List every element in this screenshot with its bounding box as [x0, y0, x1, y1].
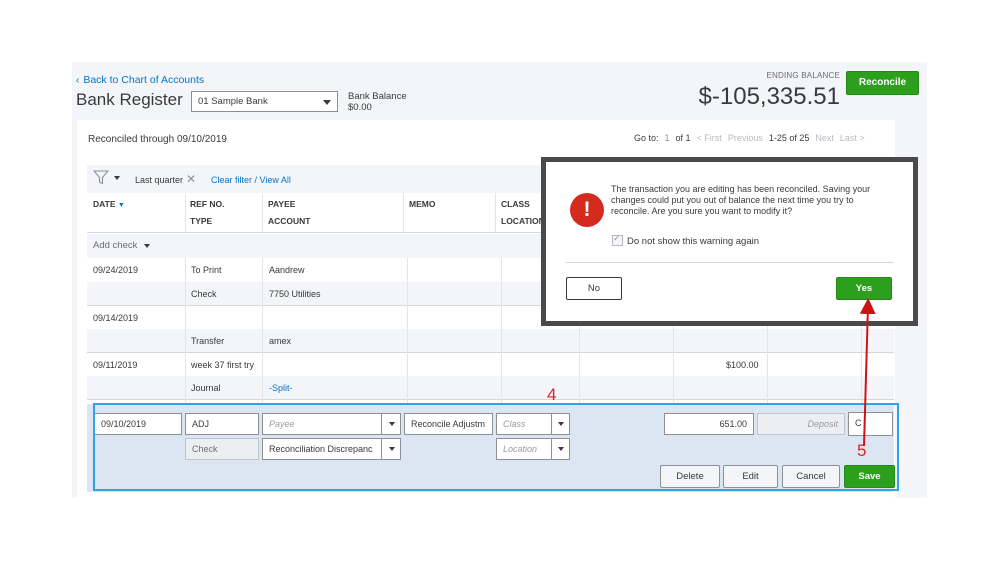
sort-down-icon: ▼ [117, 202, 125, 209]
ending-balance-value: $-105,335.51 [698, 83, 840, 110]
reconciled-through-text: Reconciled through 09/10/2019 [88, 134, 227, 145]
column-header-ref-no: REF NO. [190, 199, 225, 209]
column-divider [262, 193, 263, 233]
annotation-arrow [859, 298, 876, 447]
row-type: Check [191, 289, 217, 299]
chevron-down-icon[interactable] [144, 244, 150, 248]
step-4-label: 4 [547, 385, 557, 404]
reconcile-button[interactable]: Reconcile [846, 71, 919, 95]
row-ref: To Print [191, 265, 222, 275]
account-select[interactable]: 01 Sample Bank [191, 91, 338, 112]
page-input[interactable]: 1 [665, 133, 670, 143]
column-header-date[interactable]: DATE ▼ [93, 199, 125, 209]
clear-filter-link[interactable]: Clear filter / View All [211, 175, 291, 185]
next-page-link[interactable]: Next [815, 133, 834, 143]
row-account: amex [269, 336, 292, 346]
ending-balance-label: ENDING BALANCE [766, 71, 840, 80]
previous-page-link[interactable]: Previous [728, 133, 763, 143]
column-header-type: TYPE [190, 216, 213, 226]
row-date: 09/14/2019 [93, 313, 139, 323]
row-payee: Aandrew [269, 265, 305, 275]
row-divider [87, 399, 894, 400]
chevron-left-icon: ‹ [76, 74, 80, 86]
column-divider [185, 258, 186, 404]
column-divider [262, 258, 263, 404]
row-ref: week 37 first try [191, 360, 255, 370]
first-page-link[interactable]: < First [697, 133, 722, 143]
column-divider [501, 258, 502, 404]
row-account: 7750 Utilities [269, 289, 321, 299]
no-button[interactable]: No [566, 277, 622, 300]
add-check-button[interactable]: Add check [93, 240, 137, 251]
date-filter-chip: Last quarter [135, 175, 184, 185]
column-header-payee: PAYEE [268, 199, 296, 209]
column-divider [403, 193, 404, 233]
column-divider [495, 193, 496, 233]
split-link[interactable]: -Split- [269, 383, 293, 393]
row-date: 09/11/2019 [93, 360, 138, 370]
pagination: Go to: 1 of 1 < First Previous 1-25 of 2… [634, 133, 865, 143]
column-header-class: CLASS [501, 199, 530, 209]
chevron-down-icon [323, 100, 331, 105]
column-divider [185, 193, 186, 233]
checkbox-label: Do not show this warning again [627, 236, 760, 247]
highlight-box [93, 403, 899, 491]
close-icon[interactable]: ✕ [186, 172, 196, 186]
column-header-memo: MEMO [409, 199, 436, 209]
filter-icon[interactable] [93, 170, 109, 185]
row-date: 09/24/2019 [93, 265, 139, 275]
checkmark-icon: ✓ [613, 233, 621, 243]
row-amount: $100.00 [726, 360, 759, 370]
back-to-chart-of-accounts-link[interactable]: ‹ Back to Chart of Accounts [76, 74, 204, 86]
dialog-message: The transaction you are editing has been… [611, 184, 871, 216]
page-range: 1-25 of 25 [768, 133, 810, 143]
last-page-link[interactable]: Last > [840, 133, 865, 143]
bank-balance: Bank Balance $0.00 [348, 91, 407, 113]
column-header-location: LOCATION [501, 216, 545, 226]
warning-exclamation-icon: ! [570, 193, 604, 227]
filter-dropdown-caret-icon[interactable] [114, 176, 120, 180]
row-type: Transfer [191, 336, 225, 346]
row-type: Journal [191, 383, 221, 393]
page-title: Bank Register [76, 90, 183, 109]
row-divider [87, 352, 894, 353]
column-header-account: ACCOUNT [268, 216, 311, 226]
dialog-divider [566, 262, 894, 263]
column-divider [407, 258, 408, 404]
